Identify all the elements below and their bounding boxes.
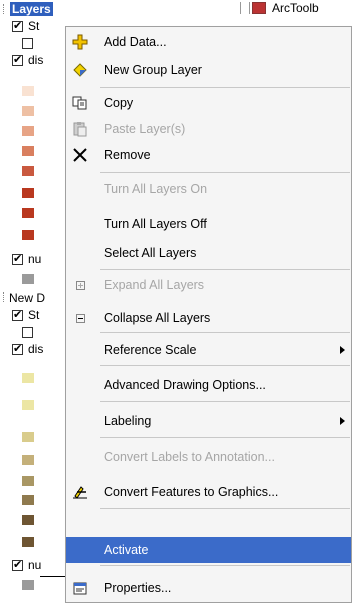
menu-item-remove[interactable]: Remove (66, 142, 351, 168)
legend-swatch-5 (22, 166, 34, 176)
menu-label: Convert Features to Graphics... (104, 485, 279, 499)
menu-item-properties[interactable]: Properties... (66, 575, 351, 601)
group-layer-icon (72, 62, 88, 78)
tree-line (3, 4, 5, 14)
layer-name-dis[interactable]: dis (28, 53, 43, 67)
data-frame-title[interactable]: New D (9, 291, 45, 305)
layer-checkbox-dis[interactable] (12, 53, 23, 67)
legend-swatch-7 (22, 208, 34, 218)
legend-swatch-b1 (22, 373, 34, 383)
menu-label: Labeling (104, 414, 152, 428)
remove-icon (72, 147, 88, 163)
menu-separator (100, 365, 350, 366)
layer-name-nu-2[interactable]: nu (28, 558, 41, 572)
arctoolbox-label[interactable]: ArcToolb (272, 1, 319, 15)
submenu-arrow-icon (340, 346, 345, 354)
menu-label: Remove (104, 148, 151, 162)
legend-swatch-1 (22, 86, 34, 96)
menu-item-convert-features-to-graphics[interactable]: Convert Features to Graphics... (66, 479, 351, 505)
menu-item-paste-layers[interactable]: Paste Layer(s) (66, 116, 351, 142)
menu-item-select-all-layers[interactable]: Select All Layers (66, 240, 351, 266)
layers-frame-title[interactable]: Layers (10, 2, 53, 16)
menu-separator (100, 269, 350, 270)
menu-label: Select All Layers (104, 246, 197, 260)
legend-swatch-gray-2 (22, 580, 34, 590)
menu-item-activate[interactable]: Activate (66, 537, 351, 563)
legend-swatch-2 (22, 106, 34, 116)
legend-swatch-b7 (22, 515, 34, 525)
layer-name-st-2[interactable]: St (28, 308, 39, 322)
layer-name-st[interactable]: St (28, 19, 39, 33)
menu-item-copy[interactable]: Copy (66, 90, 351, 116)
menu-separator (100, 437, 350, 438)
legend-swatch-b5 (22, 476, 34, 486)
menu-item-convert-labels-to-annotation[interactable]: Convert Labels to Annotation... (66, 444, 351, 470)
menu-label: Copy (104, 96, 134, 110)
tree-line (3, 292, 5, 302)
menu-label: Add Data... (104, 35, 167, 49)
menu-separator (100, 87, 350, 88)
legend-swatch-4 (22, 146, 34, 156)
menu-item-advanced-drawing-options[interactable]: Advanced Drawing Options... (66, 372, 351, 398)
menu-item-expand-all-layers[interactable]: Expand All Layers (66, 272, 351, 298)
layer-checkbox-nu-2[interactable] (12, 558, 23, 572)
legend-swatch-b8 (22, 537, 34, 547)
layer-name-dis-2[interactable]: dis (28, 342, 43, 356)
copy-icon (72, 95, 88, 111)
menu-separator (100, 172, 350, 173)
legend-swatch-b2 (22, 400, 34, 410)
menu-label: Turn All Layers Off (104, 217, 207, 231)
expand-icon (76, 281, 85, 290)
legend-swatch-8 (22, 230, 34, 240)
menu-separator (100, 401, 350, 402)
layer-checkbox-st-2[interactable] (12, 308, 23, 322)
menu-label: Convert Labels to Annotation... (104, 450, 275, 464)
layer-checkbox-dis-2[interactable] (12, 342, 23, 356)
divider-line (40, 576, 66, 577)
menu-item-turn-all-layers-off[interactable]: Turn All Layers Off (66, 211, 351, 237)
menu-item-turn-all-layers-on[interactable]: Turn All Layers On (66, 176, 351, 202)
menu-label: Turn All Layers On (104, 182, 208, 196)
legend-swatch-gray-1 (22, 274, 34, 284)
menu-label: Paste Layer(s) (104, 122, 186, 136)
legend-swatch-b4 (22, 455, 34, 465)
legend-swatch-6 (22, 188, 34, 198)
layer-checkbox-empty[interactable] (22, 38, 33, 49)
properties-icon (72, 580, 88, 596)
menu-separator (100, 332, 350, 333)
toolbar-grip (240, 2, 250, 14)
convert-graphics-icon (72, 484, 88, 500)
menu-separator (100, 508, 350, 509)
legend-swatch-b3 (22, 432, 34, 442)
menu-item-collapse-all-layers[interactable]: Collapse All Layers (66, 305, 351, 331)
layer-checkbox-st[interactable] (12, 19, 23, 33)
paste-icon (72, 121, 88, 137)
layer-name-nu[interactable]: nu (28, 252, 41, 266)
menu-label: Advanced Drawing Options... (104, 378, 266, 392)
layer-checkbox-nu[interactable] (12, 252, 23, 266)
menu-label: Collapse All Layers (104, 311, 211, 325)
menu-label: Reference Scale (104, 343, 197, 357)
menu-label: Activate (104, 543, 149, 557)
menu-separator (100, 565, 350, 566)
legend-swatch-3 (22, 126, 34, 136)
menu-label: Properties... (104, 581, 172, 595)
add-data-icon (72, 34, 88, 50)
menu-label: New Group Layer (104, 63, 202, 77)
menu-item-labeling[interactable]: Labeling (66, 408, 351, 434)
menu-item-new-group-layer[interactable]: New Group Layer (66, 57, 351, 83)
layer-checkbox-empty-2[interactable] (22, 327, 33, 338)
menu-item-add-data[interactable]: Add Data... (66, 29, 351, 55)
submenu-arrow-icon (340, 417, 345, 425)
menu-label: Expand All Layers (104, 278, 205, 292)
context-menu: Add Data... New Group Layer Copy Paste L… (65, 26, 352, 603)
legend-swatch-b6 (22, 495, 34, 505)
collapse-icon (76, 314, 85, 323)
arctoolbox-icon (252, 2, 266, 14)
menu-item-reference-scale[interactable]: Reference Scale (66, 337, 351, 363)
